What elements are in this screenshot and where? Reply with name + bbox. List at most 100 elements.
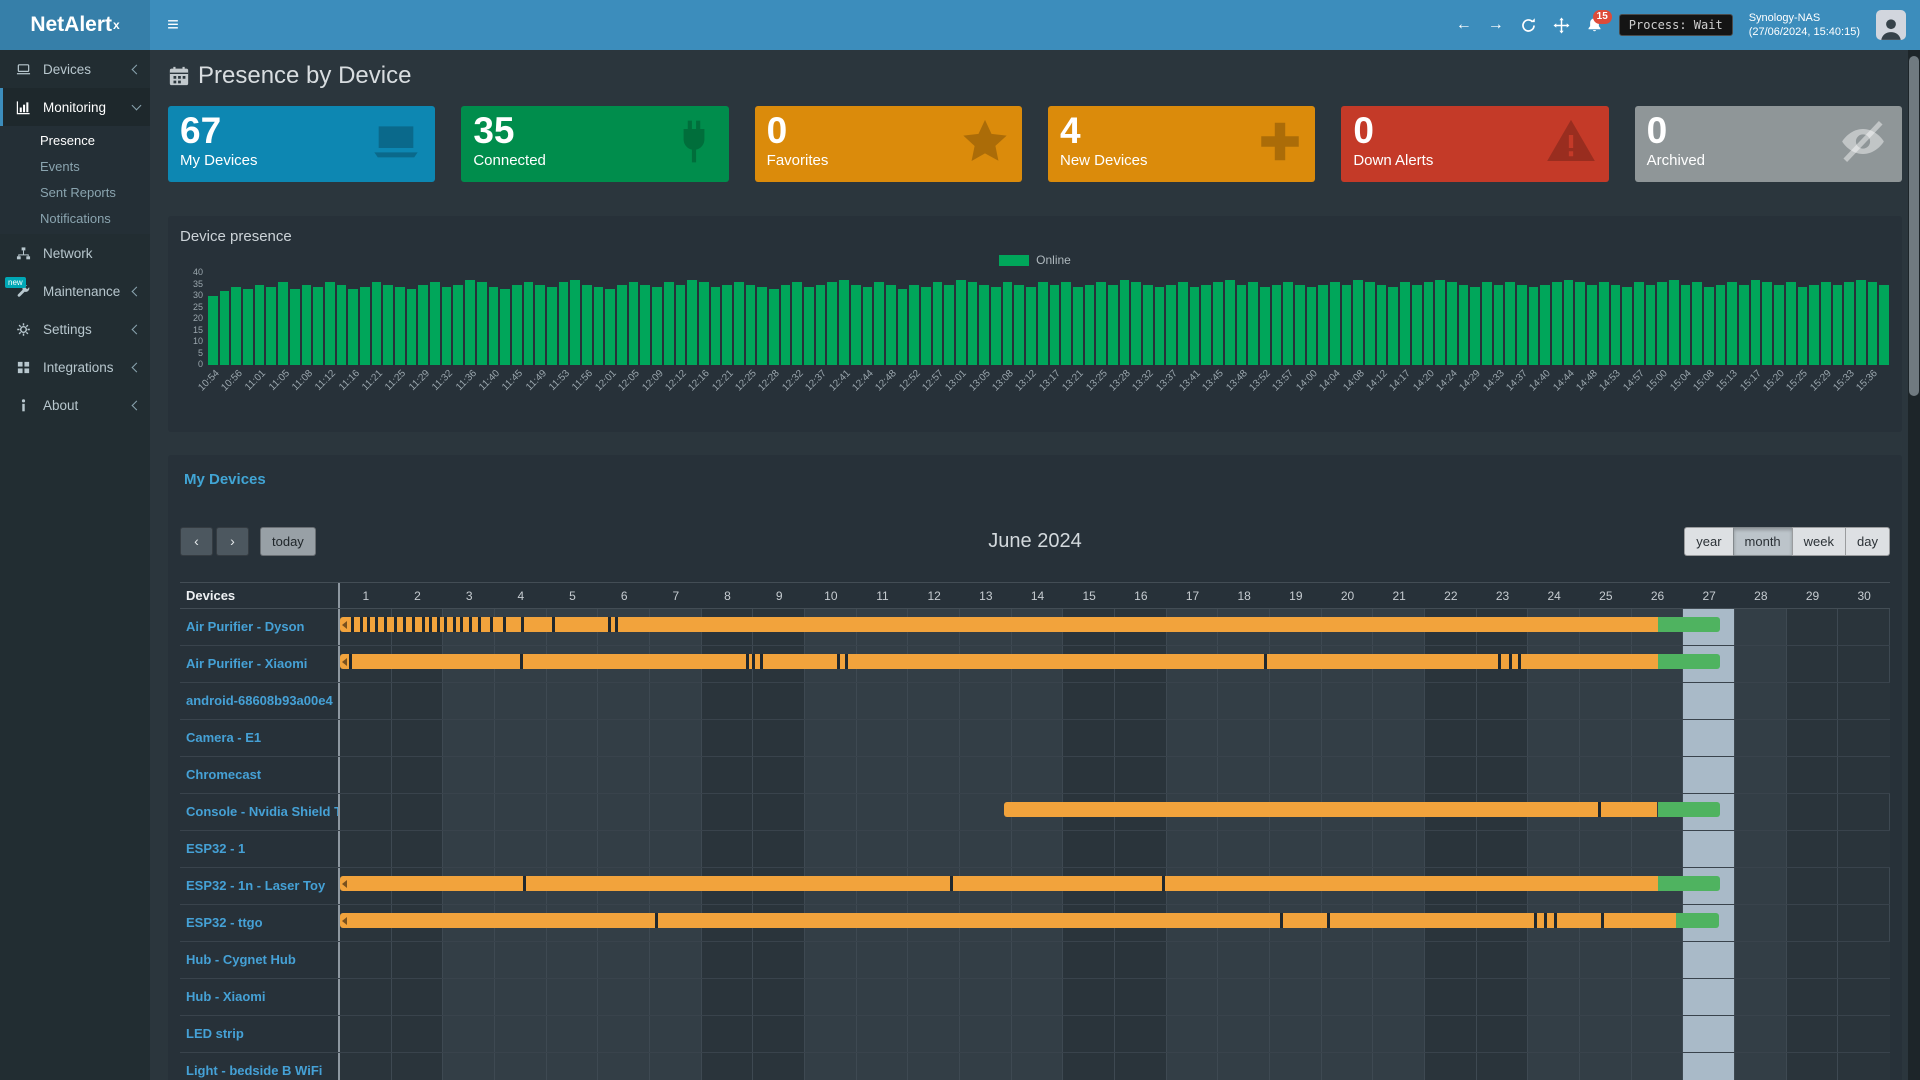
device-link[interactable]: ESP32 - ttgo [186,915,263,930]
gantt-gap [523,876,526,891]
day-cell [1632,831,1684,867]
day-header-13: 13 [960,583,1012,609]
gantt-bar-recent[interactable] [1658,802,1720,817]
day-cell [650,1053,702,1080]
chart-bar [933,282,943,365]
day-cell [1787,683,1839,719]
chart-bar [804,287,814,365]
x-tick: 14:48 [1574,368,1599,393]
stat-card-down-alerts[interactable]: 0Down Alerts [1341,106,1608,182]
scrollbar-thumb[interactable] [1909,56,1919,396]
device-link[interactable]: Air Purifier - Xiaomi [186,656,307,671]
refresh-icon[interactable] [1520,17,1537,34]
sidebar-toggle-icon[interactable]: ≡ [150,0,196,50]
device-link[interactable]: ESP32 - 1 [186,841,245,856]
chart-bar [1821,282,1831,365]
device-link[interactable]: ESP32 - 1n - Laser Toy [186,878,325,893]
stat-card-new-devices[interactable]: 4New Devices [1048,106,1315,182]
sidebar-item-maintenance[interactable]: newMaintenance [0,272,150,310]
gantt-gap [521,617,524,632]
legend-swatch [999,255,1029,266]
move-icon[interactable] [1553,17,1570,34]
gantt-bar-online[interactable] [340,654,1658,669]
gantt-bar-online[interactable] [340,876,1658,891]
sidebar-subitem-presence[interactable]: Presence [0,128,150,154]
day-cell [1683,942,1735,978]
day-cell [650,683,702,719]
day-cell [340,794,392,830]
gantt-bar-recent[interactable] [1676,913,1720,928]
stat-card-favorites[interactable]: 0Favorites [755,106,1022,182]
device-name-cell: Air Purifier - Dyson [180,609,338,645]
day-cell [1012,1016,1064,1052]
nav-back-icon[interactable]: ← [1456,16,1472,34]
day-cell [1425,831,1477,867]
device-link[interactable]: Chromecast [186,767,261,782]
chart-legend[interactable]: Online [180,253,1890,267]
day-cell [1632,979,1684,1015]
day-cell [1838,794,1890,830]
gantt-bar-recent[interactable] [1658,654,1720,669]
day-cell [650,979,702,1015]
gantt-bar-online[interactable] [340,913,1676,928]
day-cell [1735,905,1787,941]
device-link[interactable]: Air Purifier - Dyson [186,619,304,634]
x-tick: 11:05 [267,368,292,393]
sidebar-subitem-notifications[interactable]: Notifications [0,206,150,232]
gantt-bar-recent[interactable] [1658,617,1720,632]
device-link[interactable]: android-68608b93a00e4 [186,693,333,708]
gantt-bar-recent[interactable] [1658,876,1720,891]
today-button[interactable]: today [260,527,316,556]
stat-card-archived[interactable]: 0Archived [1635,106,1902,182]
sidebar-item-settings[interactable]: Settings [0,310,150,348]
day-cell [1218,1016,1270,1052]
day-cell [1012,979,1064,1015]
device-link[interactable]: Hub - Xiaomi [186,989,265,1004]
sidebar-item-devices[interactable]: Devices [0,50,150,88]
sidebar-subitem-events[interactable]: Events [0,154,150,180]
view-button-month[interactable]: month [1733,527,1793,556]
day-cell [1787,868,1839,904]
next-button[interactable]: › [216,527,249,556]
view-button-day[interactable]: day [1845,527,1890,556]
chart-bar [1085,285,1095,366]
chart-bar [1657,282,1667,365]
prev-button[interactable]: ‹ [180,527,213,556]
day-cell [805,794,857,830]
device-link[interactable]: Console - Nvidia Shield T [186,804,338,819]
x-tick: 15:13 [1715,368,1740,393]
nav-forward-icon[interactable]: → [1488,16,1504,34]
calendar-icon [168,65,190,87]
stat-card-connected[interactable]: 35Connected [461,106,728,182]
app-logo[interactable]: NetAlertx [0,0,150,50]
y-tick: 30 [193,290,203,300]
day-cell [547,794,599,830]
gantt-gap [1327,913,1330,928]
avatar[interactable] [1876,10,1906,40]
device-link[interactable]: Light - bedside B WiFi [186,1063,322,1078]
sidebar-item-network[interactable]: Network [0,234,150,272]
device-link[interactable]: Hub - Cygnet Hub [186,952,296,967]
day-cell [1425,1053,1477,1080]
stat-card-my-devices[interactable]: 67My Devices [168,106,435,182]
sidebar-item-integrations[interactable]: Integrations [0,348,150,386]
view-button-year[interactable]: year [1684,527,1733,556]
chart-bar [1470,287,1480,365]
gantt-bar-online[interactable] [1004,802,1658,817]
sidebar-item-monitoring[interactable]: Monitoring [0,88,150,126]
sidebar-subitem-sent-reports[interactable]: Sent Reports [0,180,150,206]
device-row-chromecast: Chromecast [180,757,1890,794]
day-cell [857,720,909,756]
view-button-week[interactable]: week [1792,527,1846,556]
day-cell [1425,1016,1477,1052]
sidebar-item-about[interactable]: About [0,386,150,424]
device-link[interactable]: LED strip [186,1026,244,1041]
chart-bar [652,287,662,365]
gantt-bar-online[interactable] [340,617,1658,632]
x-tick: 11:32 [430,368,455,393]
notifications-bell-icon[interactable]: 15 [1586,17,1603,34]
day-cell [1012,942,1064,978]
process-status-label[interactable]: Process: Wait [1619,14,1733,36]
page-scrollbar[interactable] [1908,50,1920,1080]
device-link[interactable]: Camera - E1 [186,730,261,745]
